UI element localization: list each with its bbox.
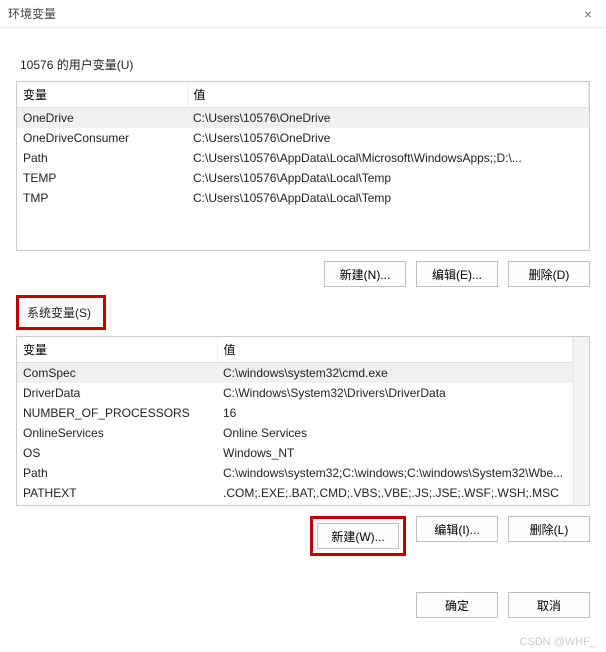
table-row[interactable]: TMPC:\Users\10576\AppData\Local\Temp bbox=[17, 188, 589, 208]
system-new-button-highlight: 新建(W)... bbox=[310, 516, 406, 556]
user-vars-table[interactable]: 变量 值 OneDriveC:\Users\10576\OneDrive One… bbox=[17, 82, 589, 208]
user-col-var[interactable]: 变量 bbox=[17, 82, 187, 108]
user-vars-label: 10576 的用户变量(U) bbox=[16, 54, 137, 75]
system-edit-button[interactable]: 编辑(I)... bbox=[416, 516, 498, 542]
table-row[interactable]: OSWindows_NT bbox=[17, 443, 573, 463]
system-vars-table[interactable]: 变量 值 ComSpecC:\windows\system32\cmd.exe … bbox=[17, 337, 573, 503]
titlebar: 环境变量 × bbox=[0, 0, 606, 28]
user-vars-table-wrap: 变量 值 OneDriveC:\Users\10576\OneDrive One… bbox=[16, 81, 590, 251]
table-row[interactable]: PATHEXT.COM;.EXE;.BAT;.CMD;.VBS;.VBE;.JS… bbox=[17, 483, 573, 503]
table-row[interactable]: OnlineServicesOnline Services bbox=[17, 423, 573, 443]
system-vars-label-highlight: 系统变量(S) bbox=[16, 295, 106, 330]
table-row[interactable]: TEMPC:\Users\10576\AppData\Local\Temp bbox=[17, 168, 589, 188]
user-new-button[interactable]: 新建(N)... bbox=[324, 261, 406, 287]
system-delete-button[interactable]: 删除(L) bbox=[508, 516, 590, 542]
close-icon[interactable]: × bbox=[578, 6, 598, 22]
user-col-val[interactable]: 值 bbox=[187, 82, 589, 108]
table-row[interactable]: OneDriveC:\Users\10576\OneDrive bbox=[17, 108, 589, 129]
table-row[interactable]: OneDriveConsumerC:\Users\10576\OneDrive bbox=[17, 128, 589, 148]
sys-col-val[interactable]: 值 bbox=[217, 337, 573, 363]
system-vars-buttons: 新建(W)... 编辑(I)... 删除(L) bbox=[16, 516, 590, 556]
system-vars-table-wrap: 变量 值 ComSpecC:\windows\system32\cmd.exe … bbox=[16, 336, 590, 506]
table-row[interactable]: NUMBER_OF_PROCESSORS16 bbox=[17, 403, 573, 423]
window-title: 环境变量 bbox=[8, 5, 56, 22]
cancel-button[interactable]: 取消 bbox=[508, 592, 590, 618]
dialog-buttons: 确定 取消 bbox=[416, 574, 606, 628]
scrollbar[interactable] bbox=[573, 337, 589, 505]
table-row[interactable]: DriverDataC:\Windows\System32\Drivers\Dr… bbox=[17, 383, 573, 403]
user-edit-button[interactable]: 编辑(E)... bbox=[416, 261, 498, 287]
ok-button[interactable]: 确定 bbox=[416, 592, 498, 618]
table-row[interactable]: ComSpecC:\windows\system32\cmd.exe bbox=[17, 363, 573, 384]
user-delete-button[interactable]: 删除(D) bbox=[508, 261, 590, 287]
sys-col-var[interactable]: 变量 bbox=[17, 337, 217, 363]
system-new-button[interactable]: 新建(W)... bbox=[317, 523, 399, 549]
system-vars-label: 系统变量(S) bbox=[23, 302, 95, 323]
watermark: CSDN @WHF_ bbox=[519, 636, 596, 648]
table-row[interactable]: PathC:\Users\10576\AppData\Local\Microso… bbox=[17, 148, 589, 168]
user-vars-buttons: 新建(N)... 编辑(E)... 删除(D) bbox=[16, 261, 590, 287]
table-row[interactable]: PathC:\windows\system32;C:\windows;C:\wi… bbox=[17, 463, 573, 483]
